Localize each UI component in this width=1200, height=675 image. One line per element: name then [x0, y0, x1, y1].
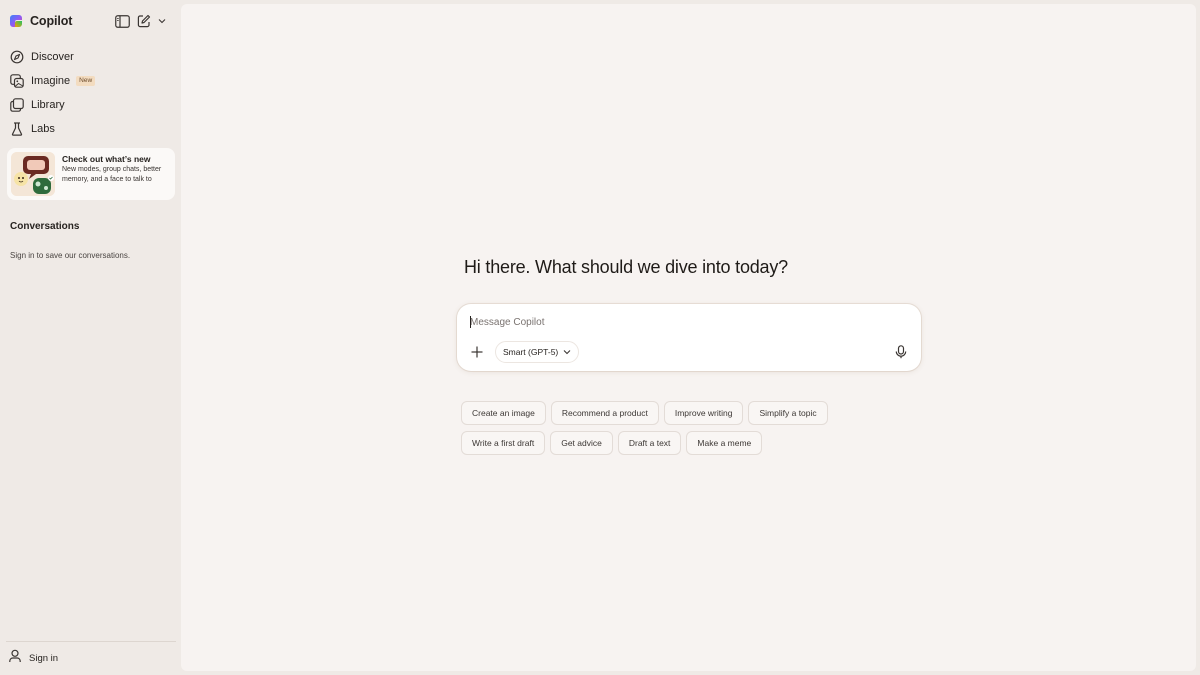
app-name: Copilot — [30, 14, 73, 28]
suggestion-chip[interactable]: Improve writing — [663, 401, 744, 425]
suggestion-row-2: Write a first draft Get advice Draft a t… — [461, 431, 881, 455]
plus-icon — [471, 346, 483, 358]
user-icon — [8, 649, 22, 668]
message-composer: Smart (GPT-5) — [457, 304, 921, 371]
whats-new-title: Check out what’s new — [62, 154, 151, 164]
brand-actions — [113, 12, 167, 30]
suggestion-chips: Create an image Recommend a product Impr… — [461, 401, 881, 461]
sidebar-item-labs[interactable]: Labs — [8, 117, 174, 141]
microphone-button[interactable] — [891, 342, 911, 362]
image-sparkle-icon — [9, 73, 25, 89]
main-panel: Hi there. What should we dive into today… — [181, 4, 1196, 671]
library-icon — [9, 97, 25, 113]
whats-new-description: New modes, group chats, better memory, a… — [62, 166, 162, 183]
model-select-label: Smart (GPT-5) — [503, 347, 559, 357]
add-attachment-button[interactable] — [467, 342, 487, 362]
suggestion-chip[interactable]: Recommend a product — [550, 401, 659, 425]
sidebar-item-label: Library — [31, 99, 65, 111]
sidebar-item-label: Discover — [31, 51, 74, 63]
greeting-heading: Hi there. What should we dive into today… — [464, 257, 788, 277]
suggestion-row-1: Create an image Recommend a product Impr… — [461, 401, 881, 425]
chevron-down-icon — [563, 349, 571, 355]
suggestion-chip[interactable]: Make a meme — [686, 431, 763, 455]
suggestion-chip[interactable]: Get advice — [550, 431, 613, 455]
suggestion-chip[interactable]: Create an image — [461, 401, 546, 425]
sidebar-item-imagine[interactable]: Imagine New — [8, 69, 174, 93]
sidebar-divider — [6, 641, 176, 642]
sidebar-item-label: Imagine — [31, 75, 71, 87]
sidebar-item-discover[interactable]: Discover — [8, 45, 174, 69]
sign-in-label: Sign in — [29, 652, 59, 664]
suggestion-chip[interactable]: Draft a text — [617, 431, 682, 455]
whats-new-illustration — [11, 152, 55, 196]
chevron-down-icon[interactable] — [157, 12, 167, 30]
sidebar-toggle-icon[interactable] — [113, 12, 131, 30]
whats-new-card[interactable]: Check out what’s new New modes, group ch… — [7, 148, 175, 200]
conversations-hint: Sign in to save our conversations. — [10, 251, 131, 260]
sidebar-nav: Discover Imagine New Library Labs — [8, 45, 174, 141]
compass-icon — [9, 49, 25, 65]
suggestion-chip[interactable]: Write a first draft — [461, 431, 546, 455]
message-input[interactable] — [470, 313, 900, 331]
whats-new-text: Check out what’s new New modes, group ch… — [62, 148, 175, 200]
brand-row: Copilot — [8, 10, 173, 32]
new-badge: New — [76, 76, 96, 86]
sidebar-item-library[interactable]: Library — [8, 93, 174, 117]
copilot-logo-icon — [8, 13, 24, 29]
suggestion-chip[interactable]: Simplify a topic — [748, 401, 828, 425]
sidebar-item-label: Labs — [31, 123, 55, 135]
new-chat-icon[interactable] — [135, 12, 153, 30]
microphone-icon — [895, 345, 907, 359]
flask-icon — [9, 121, 25, 137]
model-select[interactable]: Smart (GPT-5) — [495, 341, 580, 363]
conversations-heading: Conversations — [10, 221, 80, 232]
text-caret — [470, 316, 471, 328]
sidebar: Copilot Discover Imagine New Library Lab… — [0, 0, 181, 675]
sign-in-button[interactable]: Sign in — [8, 649, 58, 667]
